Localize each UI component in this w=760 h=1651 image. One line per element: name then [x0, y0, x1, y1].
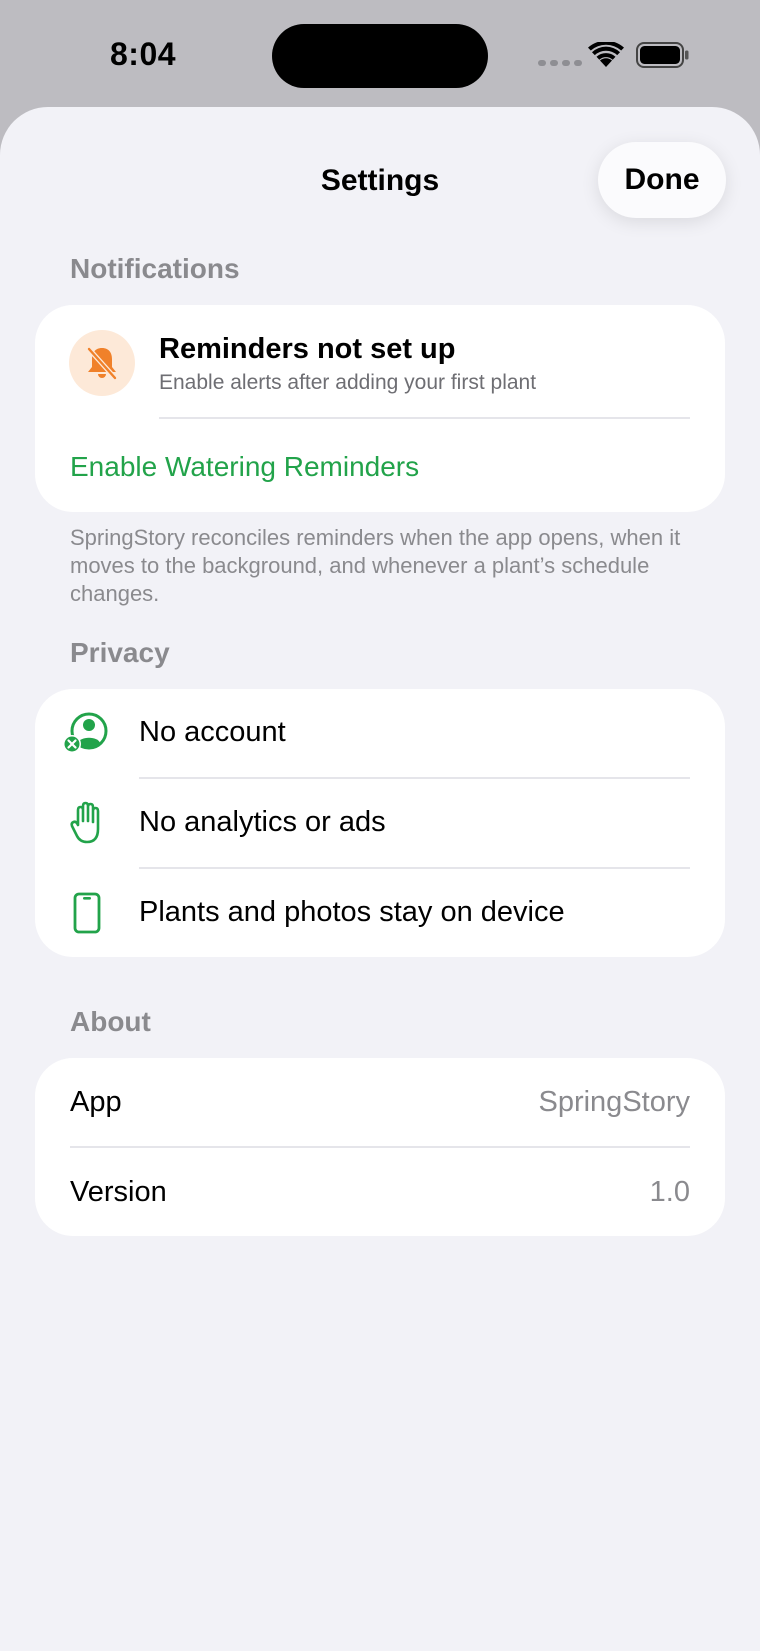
privacy-item-no-account: No account	[139, 716, 286, 748]
raised-hand-icon	[63, 799, 111, 847]
dynamic-island	[272, 24, 488, 88]
cellular-signal-icon	[538, 60, 582, 66]
reminder-status-badge	[69, 330, 135, 396]
enable-watering-reminders-button[interactable]: Enable Watering Reminders	[70, 451, 419, 483]
divider	[139, 777, 690, 779]
reminder-status-subtitle: Enable alerts after adding your first pl…	[159, 371, 537, 394]
divider	[139, 867, 690, 869]
notifications-footnote: SpringStory reconciles reminders when th…	[70, 525, 681, 606]
notifications-card: Reminders not set up Enable alerts after…	[35, 305, 725, 512]
about-version-label: Version	[70, 1176, 167, 1208]
about-app-value: SpringStory	[538, 1086, 690, 1118]
privacy-item-on-device: Plants and photos stay on device	[139, 896, 565, 928]
privacy-section-header: Privacy	[70, 637, 170, 668]
phone-icon	[63, 889, 111, 937]
done-button[interactable]: Done	[598, 142, 726, 218]
bell-slash-icon	[86, 346, 118, 381]
person-crossed-icon	[63, 709, 111, 757]
about-section-header: About	[70, 1006, 151, 1037]
about-version-value: 1.0	[649, 1176, 690, 1208]
status-bar: 8:04	[0, 0, 760, 107]
battery-icon	[636, 42, 689, 68]
divider	[159, 417, 690, 419]
privacy-item-no-analytics: No analytics or ads	[139, 806, 386, 838]
privacy-card: No account No analytics or ads Plants an…	[35, 689, 725, 957]
about-app-label: App	[70, 1086, 122, 1118]
settings-sheet: Settings Done Notifications Reminders no…	[0, 107, 760, 1651]
divider	[70, 1146, 690, 1148]
about-card: App SpringStory Version 1.0	[35, 1058, 725, 1236]
notifications-section-header: Notifications	[70, 253, 240, 284]
wifi-icon	[588, 42, 624, 67]
status-time: 8:04	[110, 36, 177, 72]
reminder-status-title: Reminders not set up	[159, 333, 456, 365]
